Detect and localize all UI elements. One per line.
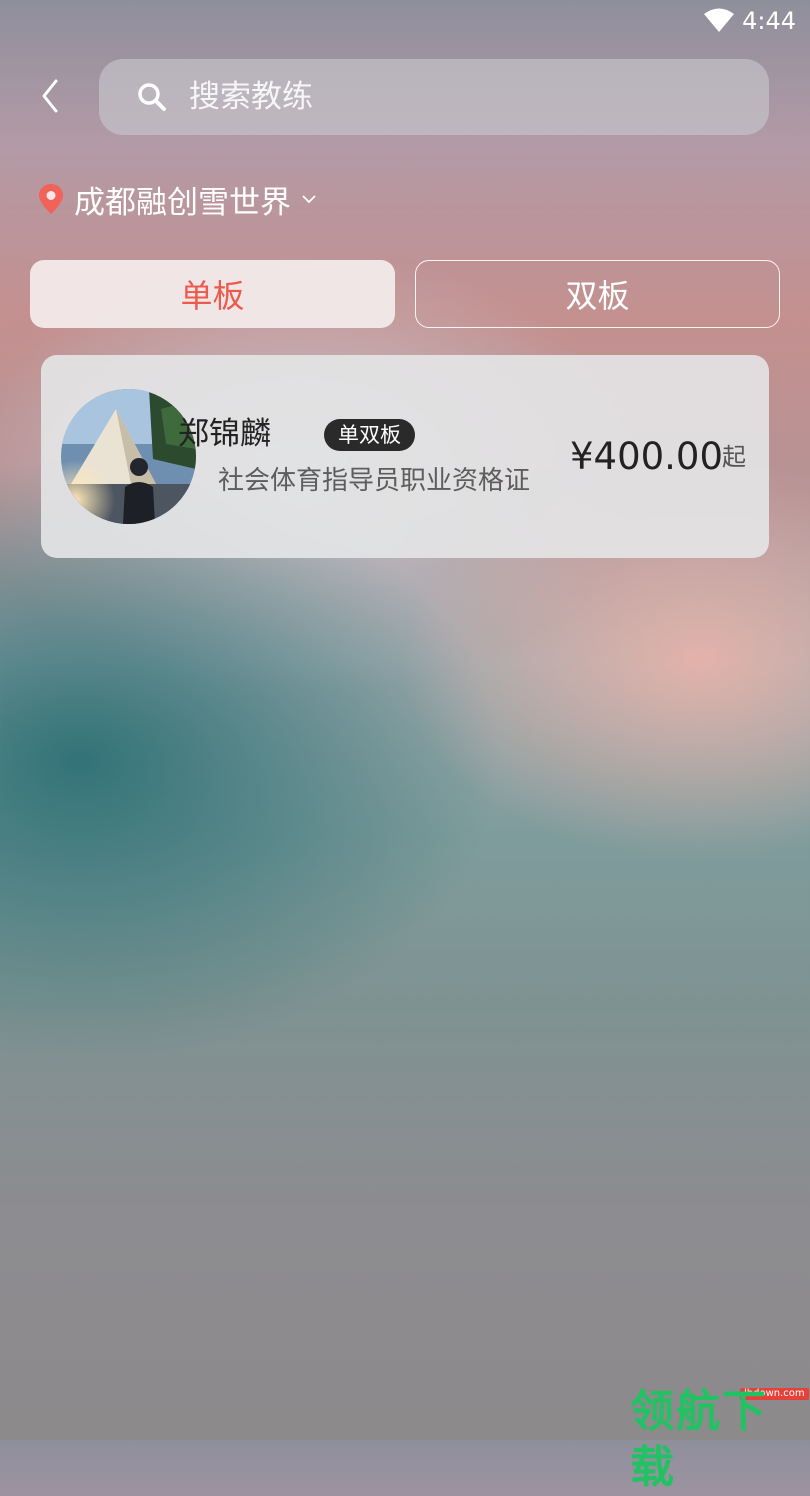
wifi-icon xyxy=(704,8,734,32)
price-suffix: 起 xyxy=(722,443,746,471)
status-time: 4:44 xyxy=(742,7,796,35)
tab-double-board[interactable]: 双板 xyxy=(415,260,780,328)
search-input[interactable] xyxy=(187,78,711,116)
coach-price: ¥400.00 xyxy=(570,435,724,478)
location-name: 成都融创雪世界 xyxy=(74,184,291,221)
watermark-logo: 领航下载 xyxy=(630,1386,768,1493)
chevron-down-icon xyxy=(302,195,316,204)
tab-single-board[interactable]: 单板 xyxy=(30,260,395,328)
avatar xyxy=(61,389,196,524)
tab-double-board-label: 双板 xyxy=(565,277,630,315)
search-bar[interactable] xyxy=(99,59,769,135)
status-bar: 4:44 xyxy=(0,0,810,44)
location-selector[interactable]: 成都融创雪世界 xyxy=(38,176,317,222)
coach-type-badge: 单双板 xyxy=(324,419,415,451)
back-arrow-icon xyxy=(42,79,58,113)
coach-certificate: 社会体育指导员职业资格证 xyxy=(218,466,531,496)
coach-name: 郑锦麟 xyxy=(178,416,271,452)
tab-single-board-label: 单板 xyxy=(180,277,245,315)
back-button[interactable] xyxy=(32,76,68,116)
location-pin-icon xyxy=(39,184,63,214)
search-icon xyxy=(138,83,166,111)
